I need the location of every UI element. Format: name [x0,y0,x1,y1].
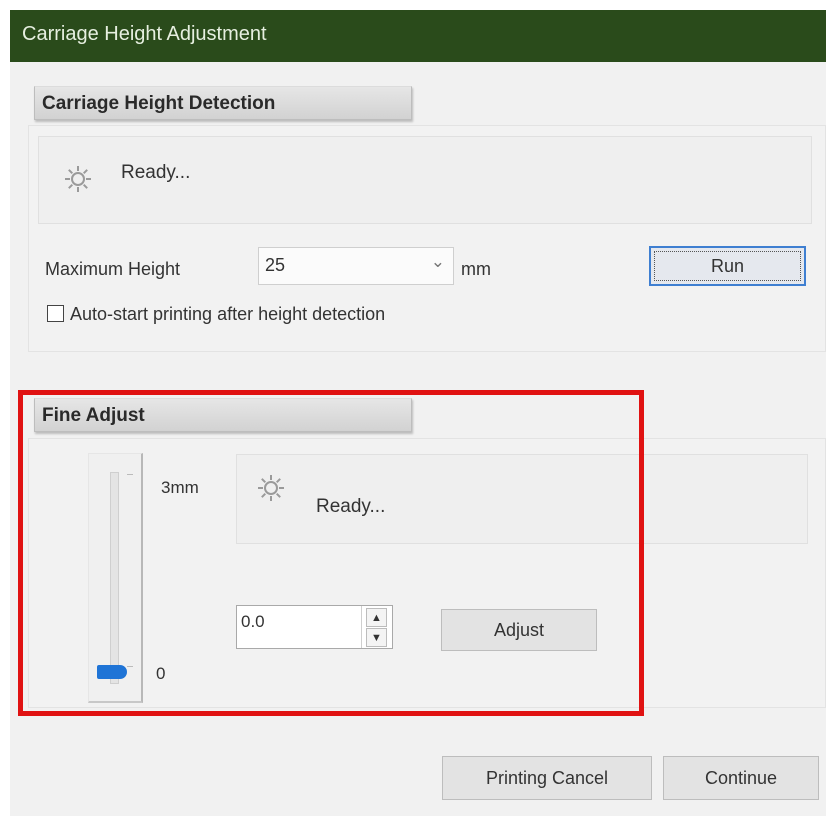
detection-status-text: Ready... [121,162,191,183]
focus-outline [654,251,801,281]
window-title: Carriage Height Adjustment [22,23,267,45]
title-bar[interactable]: Carriage Height Adjustment [10,10,826,62]
unit-label: mm [461,259,491,279]
printing-cancel-button[interactable]: Printing Cancel [442,756,652,800]
carriage-height-dialog: Carriage Height Adjustment Carriage Heig… [10,10,826,816]
maximum-height-select[interactable]: 25 ⌄ [258,247,454,285]
continue-label: Continue [704,768,778,788]
printing-cancel-label: Printing Cancel [485,768,609,788]
detection-section-header: Carriage Height Detection [34,86,412,120]
gear-icon [65,166,91,192]
autostart-checkbox[interactable] [47,305,64,322]
detection-status-box: Ready... [38,136,812,224]
run-button[interactable]: Run [649,246,806,286]
chevron-down-icon: ⌄ [430,252,445,271]
maximum-height-value: 25 [265,255,286,275]
continue-button[interactable]: Continue [663,756,819,800]
highlight-box [18,390,644,716]
detection-section-title: Carriage Height Detection [42,93,276,114]
autostart-label[interactable]: Auto-start printing after height detecti… [70,304,385,325]
maximum-height-label: Maximum Height [45,259,181,279]
